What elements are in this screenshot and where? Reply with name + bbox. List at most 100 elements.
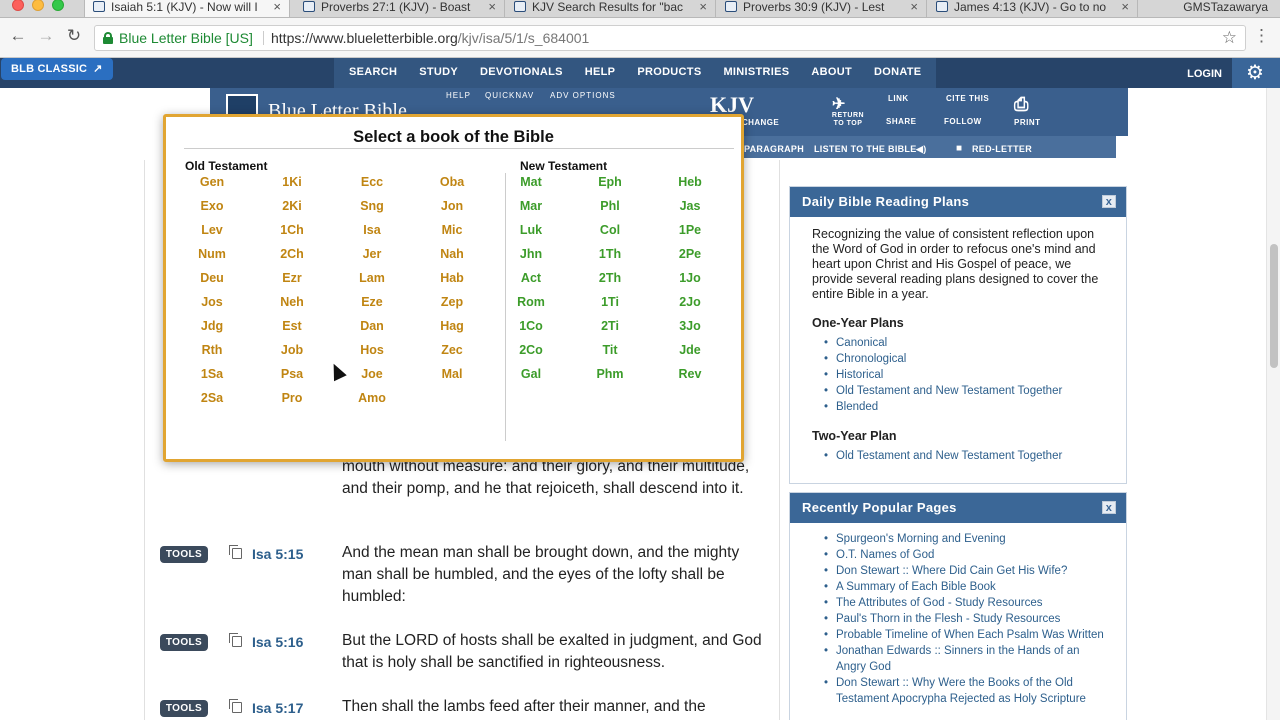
print-label[interactable]: PRINT — [1014, 118, 1041, 127]
book-link[interactable]: 2Pe — [665, 247, 715, 261]
book-link[interactable]: Jer — [347, 247, 397, 261]
list-item[interactable]: Chronological — [824, 351, 1104, 367]
tab-close-icon[interactable]: × — [1121, 0, 1129, 14]
copy-icon[interactable] — [229, 545, 242, 559]
version-change-label[interactable]: CHANGE — [742, 118, 779, 127]
list-item[interactable]: Paul's Thorn in the Flesh - Study Resour… — [824, 611, 1104, 627]
book-link[interactable]: 2Th — [585, 271, 635, 285]
book-link[interactable]: Oba — [427, 175, 477, 189]
help-label[interactable]: HELP — [446, 91, 471, 100]
book-link[interactable]: Jon — [427, 199, 477, 213]
book-link[interactable]: Ecc — [347, 175, 397, 189]
book-link[interactable]: Nah — [427, 247, 477, 261]
book-link[interactable]: 2Ki — [267, 199, 317, 213]
list-item[interactable]: Old Testament and New Testament Together — [824, 383, 1104, 399]
forward-arrow-icon[interactable]: → — [36, 26, 56, 46]
book-link[interactable]: 2Sa — [187, 391, 237, 405]
book-link[interactable]: Gal — [506, 367, 556, 381]
book-link[interactable]: Jdg — [187, 319, 237, 333]
tools-button[interactable]: TOOLS — [160, 634, 208, 651]
book-link[interactable]: Amo — [347, 391, 397, 405]
copy-icon[interactable] — [229, 699, 242, 713]
scrollbar-thumb[interactable] — [1270, 244, 1278, 368]
book-link[interactable]: Joe — [347, 367, 397, 381]
book-link[interactable]: 1Sa — [187, 367, 237, 381]
verse-reference-link[interactable]: Isa 5:16 — [252, 634, 303, 650]
book-link[interactable]: Mal — [427, 367, 477, 381]
nav-about[interactable]: ABOUT — [800, 58, 863, 88]
cite-label[interactable]: CITE THIS — [946, 94, 989, 103]
page-scrollbar[interactable] — [1266, 88, 1280, 720]
list-item[interactable]: The Attributes of God - Study Resources — [824, 595, 1104, 611]
book-link[interactable]: Phm — [585, 367, 635, 381]
list-item[interactable]: Probable Timeline of When Each Psalm Was… — [824, 627, 1104, 643]
book-link[interactable]: Hag — [427, 319, 477, 333]
reload-icon[interactable]: ↻ — [64, 26, 84, 46]
list-item[interactable]: Old Testament and New Testament Together — [824, 448, 1104, 464]
book-link[interactable]: 1Pe — [665, 223, 715, 237]
nav-ministries[interactable]: MINISTRIES — [712, 58, 800, 88]
book-link[interactable]: Col — [585, 223, 635, 237]
tab-close-icon[interactable]: × — [699, 0, 707, 14]
book-link[interactable]: Pro — [267, 391, 317, 405]
book-link[interactable]: Jos — [187, 295, 237, 309]
book-link[interactable]: Zec — [427, 343, 477, 357]
browser-tab[interactable]: Proverbs 30:9 (KJV) - Lest × — [717, 0, 927, 17]
browser-tab[interactable]: KJV Search Results for "bac × — [506, 0, 716, 17]
book-link[interactable]: Hab — [427, 271, 477, 285]
return-top-label[interactable]: RETURN TO TOP — [826, 112, 870, 128]
book-link[interactable]: 1Th — [585, 247, 635, 261]
book-link[interactable]: Jde — [665, 343, 715, 357]
book-link[interactable]: Rom — [506, 295, 556, 309]
close-icon[interactable]: x — [1102, 501, 1116, 514]
book-link[interactable]: Tit — [585, 343, 635, 357]
back-arrow-icon[interactable]: ← — [8, 26, 28, 46]
book-link[interactable]: 1Jo — [665, 271, 715, 285]
list-item[interactable]: Canonical — [824, 335, 1104, 351]
list-item[interactable]: Don Stewart :: Why Were the Books of the… — [824, 675, 1104, 707]
tab-close-icon[interactable]: × — [910, 0, 918, 14]
nav-donate[interactable]: DONATE — [863, 58, 932, 88]
book-link[interactable]: Lev — [187, 223, 237, 237]
book-link[interactable]: Mic — [427, 223, 477, 237]
speaker-icon[interactable]: ◀) — [916, 144, 927, 155]
book-link[interactable]: Gen — [187, 175, 237, 189]
nav-search[interactable]: SEARCH — [338, 58, 408, 88]
book-link[interactable]: Job — [267, 343, 317, 357]
nav-help[interactable]: HELP — [574, 58, 627, 88]
paragraph-toggle[interactable]: PARAGRAPH — [744, 144, 804, 154]
list-item[interactable]: Spurgeon's Morning and Evening — [824, 531, 1104, 547]
list-item[interactable]: Don Stewart :: Where Did Cain Get His Wi… — [824, 563, 1104, 579]
book-link[interactable]: Eph — [585, 175, 635, 189]
print-icon[interactable]: ⎙ — [1014, 94, 1029, 115]
copy-icon[interactable] — [229, 633, 242, 647]
red-letter-checkbox[interactable]: ■ — [956, 143, 962, 154]
link-label[interactable]: LINK — [888, 94, 909, 103]
bookmark-star-icon[interactable]: ☆ — [1222, 26, 1237, 50]
book-link[interactable]: Isa — [347, 223, 397, 237]
url-text[interactable]: https://www.blueletterbible.org/kjv/isa/… — [271, 26, 589, 50]
book-link[interactable]: Act — [506, 271, 556, 285]
browser-tab[interactable]: James 4:13 (KJV) - Go to no × — [928, 0, 1138, 17]
book-link[interactable]: Ezr — [267, 271, 317, 285]
book-link[interactable]: 2Ti — [585, 319, 635, 333]
book-link[interactable]: 1Ch — [267, 223, 317, 237]
book-link[interactable]: Lam — [347, 271, 397, 285]
follow-label[interactable]: FOLLOW — [944, 117, 982, 126]
book-link[interactable]: Zep — [427, 295, 477, 309]
book-link[interactable]: Est — [267, 319, 317, 333]
book-link[interactable]: 2Co — [506, 343, 556, 357]
list-item[interactable]: Historical — [824, 367, 1104, 383]
book-link[interactable]: Jas — [665, 199, 715, 213]
tab-close-icon[interactable]: × — [488, 0, 496, 14]
book-link[interactable]: Sng — [347, 199, 397, 213]
tab-close-icon[interactable]: × — [273, 0, 281, 14]
book-link[interactable]: Mat — [506, 175, 556, 189]
verse-reference-link[interactable]: Isa 5:17 — [252, 700, 303, 716]
list-item[interactable]: O.T. Names of God — [824, 547, 1104, 563]
window-minimize-button[interactable] — [32, 0, 44, 11]
close-icon[interactable]: x — [1102, 195, 1116, 208]
window-zoom-button[interactable] — [52, 0, 64, 11]
address-bar[interactable]: Blue Letter Bible [US] https://www.bluel… — [94, 25, 1246, 51]
nav-study[interactable]: STUDY — [408, 58, 469, 88]
